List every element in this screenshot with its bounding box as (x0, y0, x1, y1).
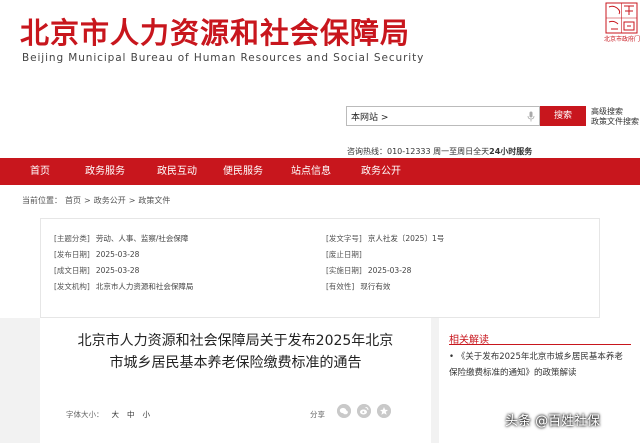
article-title-line: 北京市人力资源和社会保障局关于发布2025年北京 (77, 333, 394, 349)
emblem-label: 北京市政府门户网站 (604, 36, 640, 43)
breadcrumb-prefix: 当前位置： (22, 196, 62, 205)
article-title: 北京市人力资源和社会保障局关于发布2025年北京 市城乡居民基本养老保险缴费标准… (40, 330, 431, 374)
breadcrumb-home[interactable]: 首页 (65, 196, 81, 205)
nav-site-info[interactable]: 站点信息 (291, 158, 331, 185)
search-button[interactable]: 搜索 (540, 106, 586, 126)
policy-file-search-link[interactable]: 政策文件搜索 (591, 117, 639, 127)
breadcrumb-separator: > (84, 196, 91, 205)
site-subtitle: Beijing Municipal Bureau of Human Resour… (22, 52, 425, 64)
font-size-large[interactable]: 大 (112, 410, 120, 419)
site-title[interactable]: 北京市人力资源和社会保障局 (20, 10, 410, 52)
nav-government-services[interactable]: 政务服务 (85, 158, 125, 185)
qzone-icon[interactable] (377, 404, 391, 418)
font-size-label: 字体大小： (66, 410, 104, 419)
microphone-icon[interactable] (527, 111, 535, 122)
font-size-controls: 字体大小： 大中小 (66, 409, 150, 420)
nav-government-disclosure[interactable]: 政务公开 (361, 158, 401, 185)
related-item[interactable]: • 《关于发布2025年北京市城乡居民基本养老保险缴费标准的通知》的政策解读 (449, 349, 629, 381)
font-size-medium[interactable]: 中 (127, 410, 135, 419)
site-header: 北京市人力资源和社会保障局 Beijing Municipal Bureau o… (0, 0, 640, 156)
advanced-search-link[interactable]: 高级搜索 (591, 107, 639, 117)
hotline: 咨询热线：010-12333 周一至周日全天24小时服务 (347, 146, 532, 157)
related-item-link[interactable]: 《关于发布2025年北京市城乡居民基本养老保险缴费标准的通知》的政策解读 (449, 352, 623, 378)
hotline-label: 咨询热线： (347, 147, 387, 156)
advanced-search-links: 高级搜索 政策文件搜索 (591, 107, 639, 127)
nav-public-interaction[interactable]: 政民互动 (157, 158, 197, 185)
wechat-icon[interactable] (337, 404, 351, 418)
meta-created-date: [成文日期] 2025-03-28 (54, 266, 140, 275)
share-label: 分享 (310, 410, 325, 419)
meta-publish-date: [发布日期] 2025-03-28 (54, 250, 140, 259)
breadcrumb: 当前位置： 首页 > 政务公开 > 政策文件 (22, 195, 173, 206)
hotline-service: 24小时服务 (489, 147, 533, 156)
nav-convenience-services[interactable]: 便民服务 (223, 158, 263, 185)
meta-effective-date: [实施日期] 2025-03-28 (326, 266, 412, 275)
breadcrumb-separator: > (128, 196, 136, 205)
meta-issuer: [发文机构] 北京市人力资源和社会保障局 (54, 282, 194, 291)
bullet-icon: • (449, 352, 457, 362)
weibo-icon[interactable] (357, 404, 371, 418)
font-size-small[interactable]: 小 (143, 410, 151, 419)
meta-validity: [有效性] 现行有效 (326, 282, 391, 291)
hotline-number: 010-12333 (387, 147, 431, 156)
meta-expire-date: [废止日期] (326, 250, 362, 259)
meta-category: [主题分类] 劳动、人事、监察/社会保障 (54, 234, 189, 243)
hotline-hours: 周一至周日全天 (433, 147, 490, 156)
nav-home[interactable]: 首页 (30, 158, 50, 185)
watermark: 头条 @百姓社保 (505, 414, 601, 429)
main-nav: 首页 政务服务 政民互动 便民服务 站点信息 政务公开 (0, 158, 640, 185)
meta-doc-number: [发文字号] 京人社发〔2025〕1号 (326, 234, 445, 243)
article-title-line: 市城乡居民基本养老保险缴费标准的通告 (109, 355, 362, 371)
capital-window-logo-icon[interactable] (605, 2, 638, 34)
breadcrumb-disclosure[interactable]: 政务公开 (94, 196, 126, 205)
related-heading-underline (449, 344, 631, 345)
search-box (346, 106, 540, 126)
search-input[interactable] (351, 107, 523, 125)
breadcrumb-policy-files[interactable]: 政策文件 (138, 196, 170, 205)
